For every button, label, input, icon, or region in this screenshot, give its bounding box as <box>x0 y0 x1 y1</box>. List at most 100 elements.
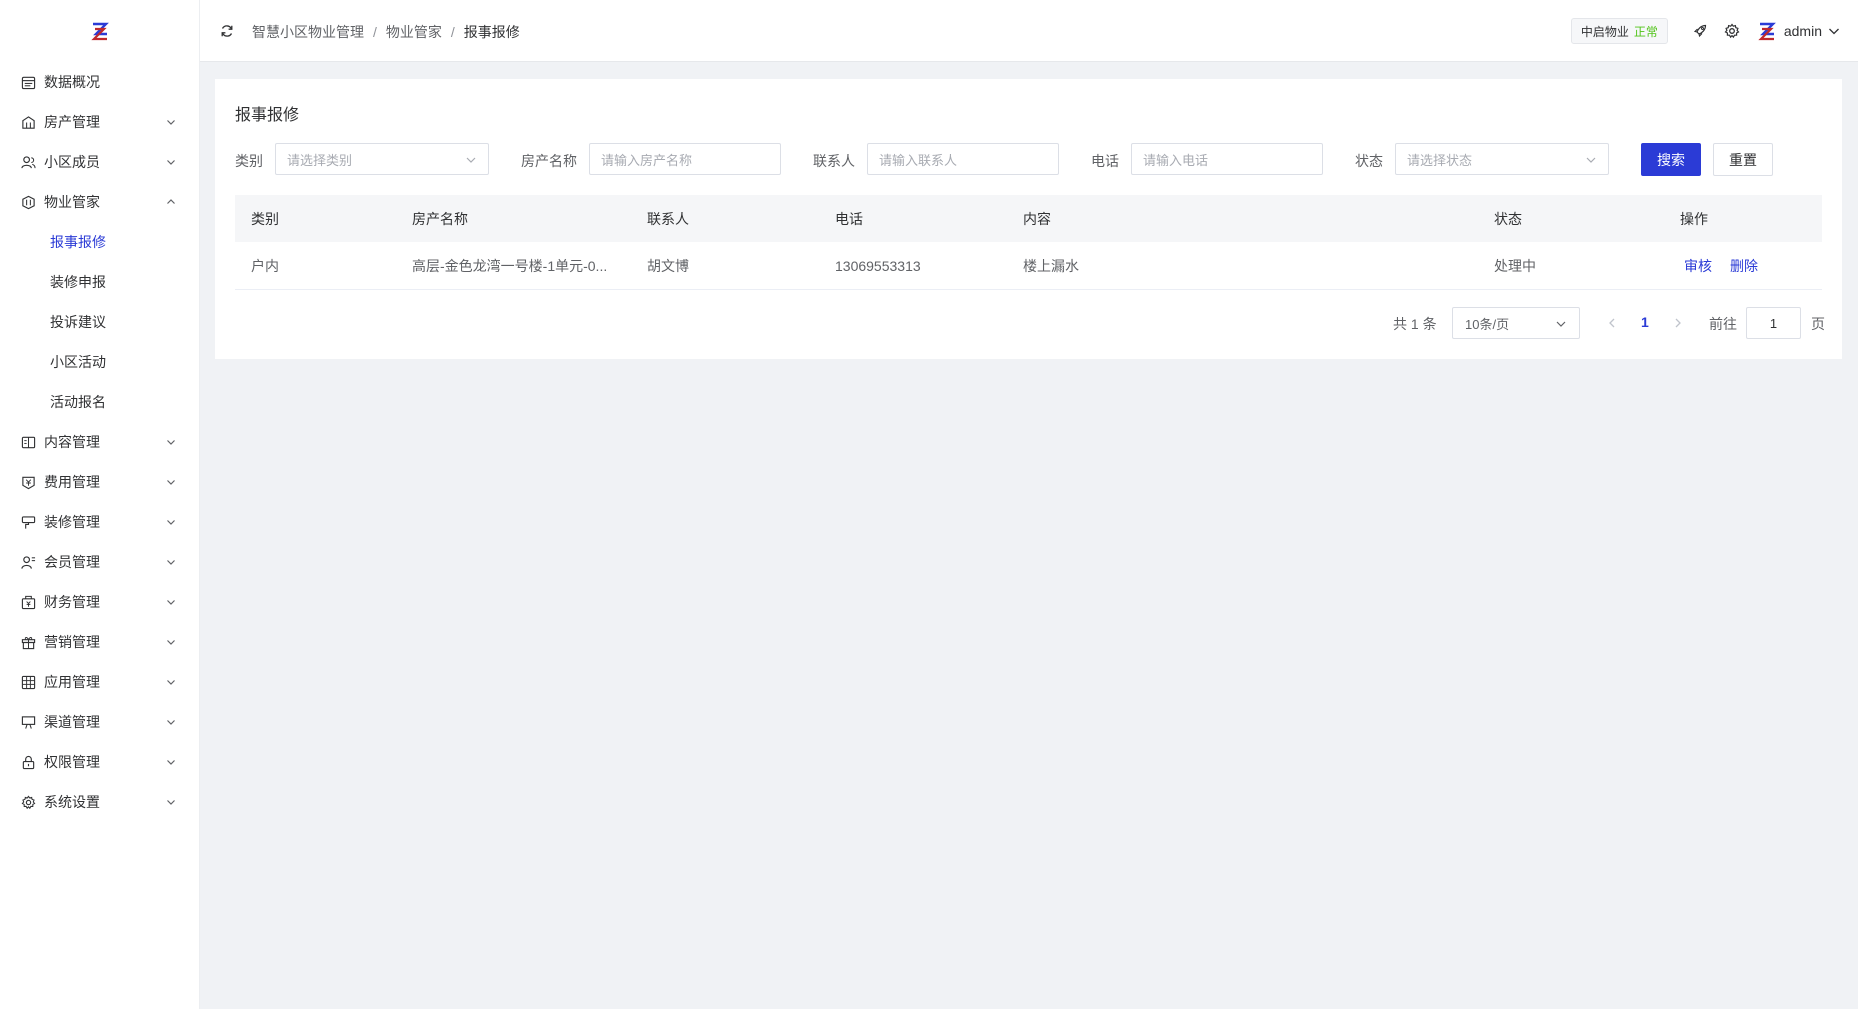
phone-placeholder: 请输入电话 <box>1143 152 1209 168</box>
chevron-down-icon <box>167 520 175 525</box>
sidebar-item-member-mgmt[interactable]: 会员管理 <box>0 542 199 582</box>
page-size-value: 10条/页 <box>1465 316 1510 332</box>
sidebar-item-label: 会员管理 <box>44 554 100 570</box>
property-input[interactable]: 请输入房产名称 <box>589 143 781 175</box>
contact-placeholder: 请输入联系人 <box>879 152 958 168</box>
settings-gear-icon[interactable] <box>1724 23 1740 39</box>
goto-page-input[interactable]: 1 <box>1746 307 1801 339</box>
sidebar-item-finance[interactable]: 财务管理 <box>0 582 199 622</box>
sidebar-item-label: 费用管理 <box>44 474 100 490</box>
chevron-down-icon <box>466 157 476 163</box>
finance-icon <box>20 594 36 610</box>
contact-label: 联系人 <box>813 153 855 169</box>
sidebar-item-label: 营销管理 <box>44 634 100 650</box>
breadcrumb-separator: / <box>450 24 455 40</box>
sidebar-item-property[interactable]: 房产管理 <box>0 102 199 142</box>
chevron-down-icon <box>167 760 175 765</box>
sidebar-item-label: 小区成员 <box>44 154 100 170</box>
contact-input[interactable]: 请输入联系人 <box>867 143 1059 175</box>
top-header: 智慧小区物业管理 / 物业管家 / 报事报修 中启物业 正常 admin <box>200 0 1858 62</box>
chevron-down-icon <box>1586 157 1596 163</box>
chevron-down-icon <box>167 440 175 445</box>
submenu-item-signup[interactable]: 活动报名 <box>0 382 199 422</box>
submenu-item-complaints[interactable]: 投诉建议 <box>0 302 199 342</box>
status-placeholder: 请选择状态 <box>1407 152 1473 168</box>
sidebar-item-marketing[interactable]: 营销管理 <box>0 622 199 662</box>
users-icon <box>20 154 36 170</box>
chevron-down-icon <box>167 640 175 645</box>
category-placeholder: 请选择类别 <box>287 152 353 168</box>
rocket-icon[interactable] <box>1692 23 1708 39</box>
search-button[interactable]: 搜索 <box>1641 143 1701 176</box>
sidebar-item-label: 房产管理 <box>44 114 100 130</box>
column-header-category: 类别 <box>251 210 279 227</box>
cell-category: 户内 <box>251 257 279 274</box>
sidebar-item-members[interactable]: 小区成员 <box>0 142 199 182</box>
username: admin <box>1783 23 1822 39</box>
reset-button[interactable]: 重置 <box>1713 143 1773 176</box>
chevron-down-icon <box>167 720 175 725</box>
app-logo[interactable] <box>0 0 199 62</box>
sidebar-item-permissions[interactable]: 权限管理 <box>0 742 199 782</box>
sidebar-menu: 数据概况 房产管理 小区成员 物业管家 报事报修 装修申报 投诉建议 小区活动 … <box>0 62 199 822</box>
category-label: 类别 <box>235 153 263 169</box>
breadcrumb-item-home[interactable]: 智慧小区物业管理 <box>252 22 364 42</box>
repair-list-card: 报事报修 类别 请选择类别 房产名称 请输入房产名称 联系人 请输入联系人 电话… <box>215 79 1842 359</box>
sidebar-item-label: 装修管理 <box>44 514 100 530</box>
category-select[interactable]: 请选择类别 <box>275 143 489 175</box>
repair-table: 类别 房产名称 联系人 电话 内容 状态 操作 户内 高层-金色龙湾一号楼-1单… <box>235 195 1822 290</box>
pagination-total: 共 1 条 <box>1393 316 1437 332</box>
submenu-item-decoration-apply[interactable]: 装修申报 <box>0 262 199 302</box>
sidebar-item-settings[interactable]: 系统设置 <box>0 782 199 822</box>
column-header-property: 房产名称 <box>412 210 468 227</box>
submenu-item-activities[interactable]: 小区活动 <box>0 342 199 382</box>
sidebar-item-label: 应用管理 <box>44 674 100 690</box>
book-icon <box>20 434 36 450</box>
chevron-down-icon <box>167 560 175 565</box>
avatar <box>1758 22 1776 41</box>
logo-icon <box>90 22 109 41</box>
page-number-current[interactable]: 1 <box>1641 314 1649 330</box>
column-header-actions: 操作 <box>1680 210 1708 227</box>
pagination: 共 1 条 10条/页 1 前往 1 页 <box>215 307 1842 339</box>
next-page-icon[interactable] <box>1671 316 1685 330</box>
chevron-down-icon <box>167 480 175 485</box>
review-link[interactable]: 审核 <box>1684 256 1712 276</box>
cell-property: 高层-金色龙湾一号楼-1单元-0... <box>412 257 608 274</box>
tenant-status: 正常 <box>1633 24 1658 39</box>
gear-icon <box>20 794 36 810</box>
page-suffix: 页 <box>1811 316 1825 332</box>
delete-link[interactable]: 删除 <box>1730 256 1758 276</box>
phone-label: 电话 <box>1091 153 1119 169</box>
sidebar-item-decoration[interactable]: 装修管理 <box>0 502 199 542</box>
breadcrumb-item-steward[interactable]: 物业管家 <box>386 22 442 42</box>
sidebar-item-content[interactable]: 内容管理 <box>0 422 199 462</box>
sidebar-item-channels[interactable]: 渠道管理 <box>0 702 199 742</box>
sidebar: 数据概况 房产管理 小区成员 物业管家 报事报修 装修申报 投诉建议 小区活动 … <box>0 0 200 1009</box>
page-title: 报事报修 <box>235 107 300 124</box>
user-menu[interactable]: admin <box>1756 20 1840 42</box>
steward-icon <box>20 194 36 210</box>
building-icon <box>20 114 36 130</box>
tenant-badge[interactable]: 中启物业 正常 <box>1570 18 1668 44</box>
cell-contact: 胡文博 <box>647 257 689 274</box>
chevron-down-icon <box>167 800 175 805</box>
status-select[interactable]: 请选择状态 <box>1395 143 1609 175</box>
refresh-icon[interactable] <box>220 24 234 38</box>
chevron-down-icon <box>167 600 175 605</box>
prev-page-icon[interactable] <box>1605 316 1619 330</box>
table-row: 户内 高层-金色龙湾一号楼-1单元-0... 胡文博 13069553313 楼… <box>235 242 1822 290</box>
header-actions: 中启物业 正常 admin <box>1570 0 1858 62</box>
sidebar-item-steward[interactable]: 物业管家 <box>0 182 199 222</box>
submenu-item-repair[interactable]: 报事报修 <box>0 222 199 262</box>
column-header-status: 状态 <box>1494 210 1522 227</box>
calendar-icon <box>20 74 36 90</box>
chevron-down-icon <box>167 120 175 125</box>
page-size-select[interactable]: 10条/页 <box>1452 307 1580 339</box>
chevron-down-icon <box>1829 28 1839 35</box>
channel-icon <box>20 714 36 730</box>
phone-input[interactable]: 请输入电话 <box>1131 143 1323 175</box>
sidebar-item-dashboard[interactable]: 数据概况 <box>0 62 199 102</box>
sidebar-item-fees[interactable]: 费用管理 <box>0 462 199 502</box>
sidebar-item-apps[interactable]: 应用管理 <box>0 662 199 702</box>
